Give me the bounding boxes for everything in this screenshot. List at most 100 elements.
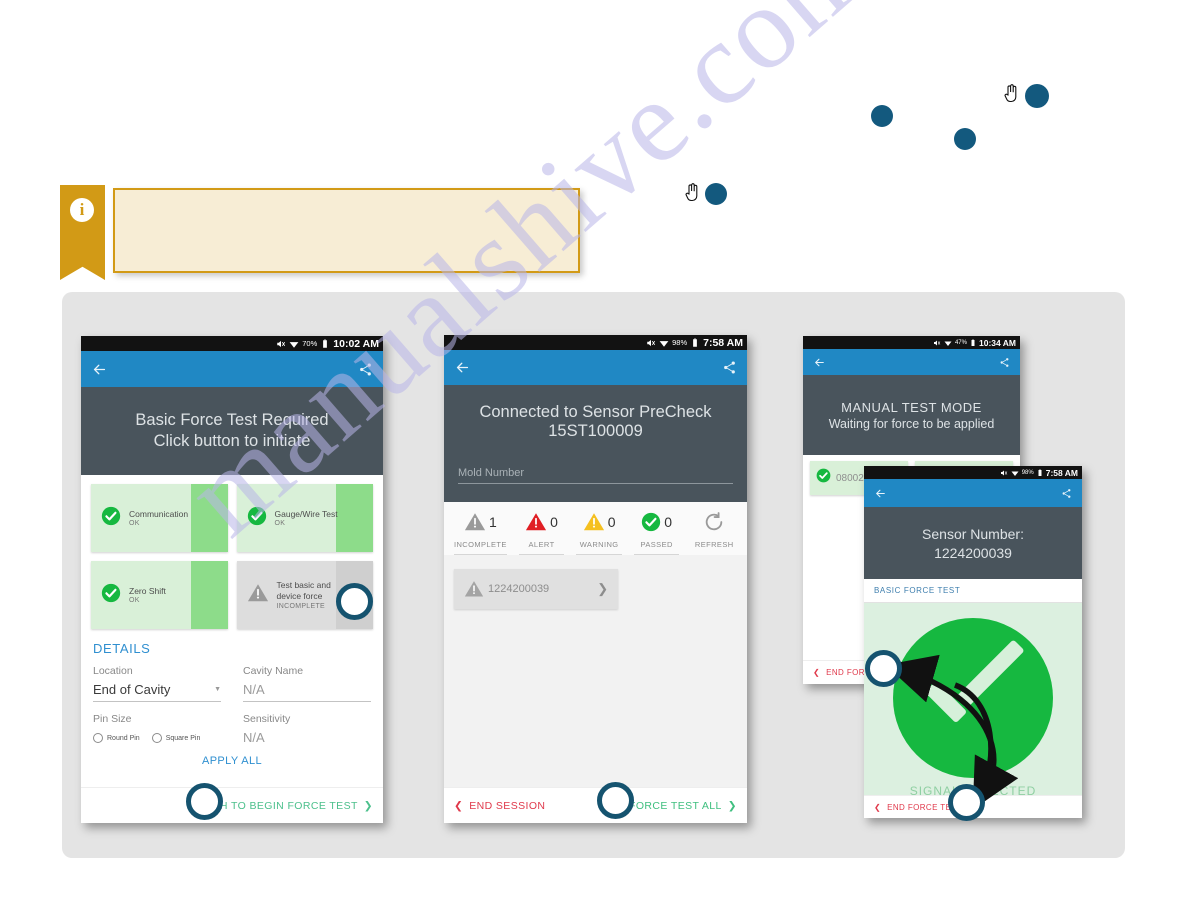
end-session-label: END SESSION <box>469 799 546 812</box>
chevron-right-icon: ❯ <box>597 581 609 596</box>
stat-label: REFRESH <box>694 540 734 549</box>
stat-passed[interactable]: 0 PASSED <box>628 510 686 555</box>
back-arrow-icon[interactable] <box>813 356 826 369</box>
radio-circle-icon <box>93 733 103 743</box>
radio-round-pin-label: Round Pin <box>107 734 140 742</box>
bottom-action-bar: ❮ END SESSION FORCE TEST ALL ❯ <box>444 787 747 823</box>
end-session-button[interactable]: ❮ END SESSION <box>454 800 545 812</box>
app-bar <box>444 350 747 385</box>
share-icon[interactable] <box>722 360 737 375</box>
battery-percent: 47% <box>954 339 967 346</box>
app-bar <box>81 351 383 387</box>
app-bar <box>803 349 1020 375</box>
pointer-dot-1 <box>871 105 893 127</box>
warning-triangle-grey-icon <box>464 581 484 597</box>
location-value: End of Cavity <box>93 682 171 697</box>
mute-icon <box>1000 470 1007 475</box>
annotation-marker-5 <box>948 784 985 821</box>
share-icon[interactable] <box>1061 488 1072 499</box>
test-card-gauge-wire-test[interactable]: Gauge/Wire Test OK <box>236 484 373 552</box>
apply-all-button[interactable]: APPLY ALL <box>93 755 371 767</box>
chevron-left-icon: ❮ <box>813 668 821 677</box>
stat-label: PASSED <box>633 536 680 555</box>
hero-line-1: Basic Force Test Required <box>135 411 329 429</box>
back-arrow-icon[interactable] <box>91 361 108 378</box>
stat-count: 0 <box>550 514 558 530</box>
hand-cursor-icon-2 <box>685 183 698 202</box>
chevron-right-icon: ❯ <box>363 799 373 812</box>
test-card-zero-shift[interactable]: Zero Shift OK <box>91 561 228 629</box>
info-callout: i <box>60 185 580 280</box>
check-circle-icon <box>101 583 121 608</box>
big-check-circle-icon <box>893 617 1053 778</box>
phone-screen-basic-force-test: 70% 10:02 AM Basic Force Test Required C… <box>81 336 383 823</box>
check-circle-icon <box>247 506 267 531</box>
test-card-communication[interactable]: Communication OK <box>91 484 228 552</box>
force-test-all-label: FORCE TEST ALL <box>629 799 722 812</box>
warning-triangle-yellow-icon <box>583 513 604 531</box>
pin-size-label: Pin Size <box>93 713 132 725</box>
hero-line-2: 15ST100009 <box>548 422 643 440</box>
cavity-name-label: Cavity Name <box>243 665 304 677</box>
warning-triangle-icon <box>247 582 269 609</box>
stat-label: ALERT <box>518 536 565 555</box>
chevron-down-icon: ▼ <box>214 686 221 693</box>
list-item[interactable]: 1224200039 ❯ <box>454 569 619 609</box>
location-label: Location <box>93 665 133 677</box>
radio-square-pin-label: Square Pin <box>165 734 201 742</box>
status-clock: 7:58 AM <box>703 336 743 349</box>
hero-line-2: Click button to initiate <box>153 432 311 450</box>
refresh-icon <box>706 512 723 531</box>
pointer-dot-2 <box>954 128 976 150</box>
annotation-marker-1 <box>336 583 373 620</box>
pointer-dot-4 <box>705 183 727 205</box>
hero-banner: Connected to Sensor PreCheck 15ST100009 … <box>444 385 747 502</box>
stat-refresh[interactable]: REFRESH <box>685 510 743 555</box>
pin-size-radio-group[interactable]: Round Pin Square Pin <box>93 733 221 743</box>
mute-icon <box>933 340 941 345</box>
phone-screen-signal-detected: 98% 7:58 AM Sensor Number: 1224200039 BA… <box>864 466 1082 818</box>
battery-icon <box>971 338 975 346</box>
stat-warning[interactable]: 0 WARNING <box>570 510 628 555</box>
sensitivity-value: N/A <box>243 730 265 745</box>
battery-icon <box>323 338 328 348</box>
hero-banner: MANUAL TEST MODE Waiting for force to be… <box>803 375 1020 455</box>
warning-triangle-grey-icon <box>464 513 486 531</box>
stat-incomplete[interactable]: 1 INCOMPLETE <box>448 510 513 555</box>
hero-line-1: Sensor Number: <box>922 525 1024 542</box>
pointer-dot-3 <box>1025 84 1049 108</box>
section-label-basic-force-test: BASIC FORCE TEST <box>864 579 1082 603</box>
status-clock: 7:58 AM <box>1045 467 1078 478</box>
hero-line-1: Connected to Sensor PreCheck <box>479 403 712 421</box>
share-icon[interactable] <box>358 362 373 377</box>
status-bar: 98% 7:58 AM <box>444 335 747 350</box>
callout-text <box>115 190 578 206</box>
status-bar: 70% 10:02 AM <box>81 336 383 351</box>
sensor-list: 1224200039 ❯ <box>444 555 747 823</box>
radio-round-pin[interactable]: Round Pin <box>93 733 140 743</box>
mute-icon <box>647 339 656 346</box>
stat-count: 1 <box>488 514 497 530</box>
cavity-name-input[interactable]: N/A <box>243 677 371 702</box>
force-test-all-button[interactable]: FORCE TEST ALL ❯ <box>629 800 737 812</box>
hero-banner: Basic Force Test Required Click button t… <box>81 387 383 475</box>
wifi-icon <box>289 341 299 348</box>
hero-line-2: 1224200039 <box>934 544 1012 561</box>
back-arrow-icon[interactable] <box>454 359 471 376</box>
test-card-sub: OK <box>129 597 140 605</box>
stat-alert[interactable]: 0 ALERT <box>513 510 571 555</box>
location-select[interactable]: End of Cavity ▼ <box>93 677 221 702</box>
radio-circle-icon <box>151 733 162 743</box>
back-arrow-icon[interactable] <box>874 487 887 500</box>
annotation-marker-3 <box>597 782 634 819</box>
status-bar: 98% 7:58 AM <box>864 466 1082 479</box>
radio-square-pin[interactable]: Square Pin <box>151 733 201 743</box>
share-icon[interactable] <box>999 357 1010 368</box>
check-circle-icon <box>101 506 121 531</box>
list-item-sensor-number: 1224200039 <box>488 583 550 595</box>
app-bar <box>864 479 1082 507</box>
mold-number-input[interactable]: Mold Number <box>458 467 733 484</box>
hero-line-2: Waiting for force to be applied <box>828 416 995 431</box>
warning-triangle-red-icon <box>526 513 547 531</box>
wifi-icon <box>944 341 952 346</box>
